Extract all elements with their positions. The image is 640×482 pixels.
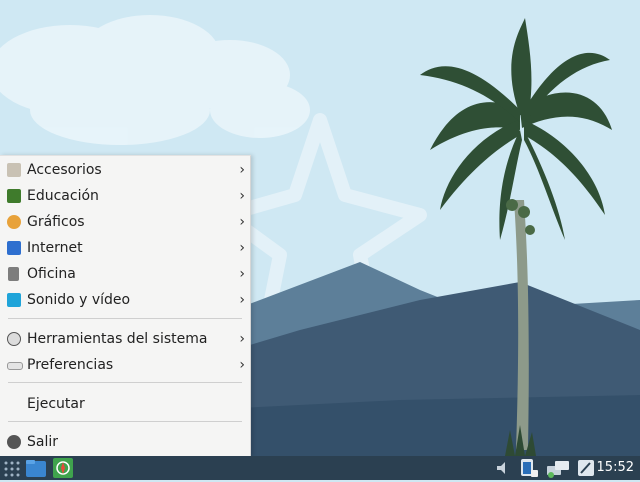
volume-icon [497, 462, 505, 474]
menu-item-herramientas-sistema[interactable]: Herramientas del sistema › [0, 326, 250, 352]
menu-item-label: Educación [27, 188, 99, 204]
network-icon [547, 461, 569, 478]
taskbar: 15:52 [0, 456, 640, 480]
chevron-right-icon: › [239, 266, 245, 282]
menu-item-label: Salir [27, 434, 59, 450]
menu-item-sonido-video[interactable]: Sonido y vídeo › [0, 287, 250, 313]
menu-item-label: Preferencias [27, 357, 114, 373]
menu-separator [8, 421, 242, 422]
web-browser-icon [53, 458, 73, 478]
menu-item-label: Internet [27, 240, 83, 256]
menu-item-label: Gráficos [27, 214, 85, 230]
preferences-icon [7, 362, 23, 370]
menu-item-preferencias[interactable]: Preferencias › [0, 352, 250, 378]
menu-item-internet[interactable]: Internet › [0, 235, 250, 261]
sound-video-icon [7, 293, 21, 307]
app-menu-button[interactable] [2, 458, 22, 478]
volume-button[interactable] [494, 458, 514, 478]
menu-item-oficina[interactable]: Oficina › [0, 261, 250, 287]
network-button[interactable] [546, 458, 569, 478]
menu-item-salir[interactable]: Salir [0, 429, 250, 455]
menu-item-label: Herramientas del sistema [27, 331, 208, 347]
menu-item-label: Sonido y vídeo [27, 292, 131, 308]
logout-icon [7, 435, 21, 449]
chevron-right-icon: › [239, 357, 245, 373]
graphics-icon [7, 215, 21, 229]
screenshot-button[interactable] [576, 458, 596, 478]
menu-item-label: Accesorios [27, 162, 102, 178]
chevron-right-icon: › [239, 162, 245, 178]
application-menu: Accesorios › Educación › Gráficos › Inte… [0, 155, 251, 457]
file-manager-button[interactable] [25, 458, 46, 478]
menu-item-accesorios[interactable]: Accesorios › [0, 157, 250, 183]
menu-separator [8, 382, 242, 383]
chevron-right-icon: › [239, 214, 245, 230]
file-manager-icon [26, 460, 46, 477]
screenshot-icon [578, 460, 594, 476]
education-icon [7, 189, 21, 203]
office-icon [8, 267, 19, 281]
system-tools-icon [7, 332, 21, 346]
chevron-right-icon: › [239, 292, 245, 308]
web-browser-button[interactable] [52, 458, 73, 478]
chevron-right-icon: › [239, 331, 245, 347]
menu-item-label: Ejecutar [27, 396, 85, 412]
battery-icon [521, 459, 538, 477]
chevron-right-icon: › [239, 188, 245, 204]
menu-separator [8, 318, 242, 319]
menu-item-label: Oficina [27, 266, 76, 282]
battery-button[interactable] [518, 458, 538, 478]
internet-icon [7, 241, 21, 255]
app-menu-icon [4, 461, 20, 477]
accessories-icon [7, 163, 21, 177]
menu-item-graficos[interactable]: Gráficos › [0, 209, 250, 235]
menu-item-educacion[interactable]: Educación › [0, 183, 250, 209]
clock[interactable]: 15:52 [597, 459, 634, 477]
menu-item-ejecutar[interactable]: Ejecutar [0, 391, 250, 417]
chevron-right-icon: › [239, 240, 245, 256]
